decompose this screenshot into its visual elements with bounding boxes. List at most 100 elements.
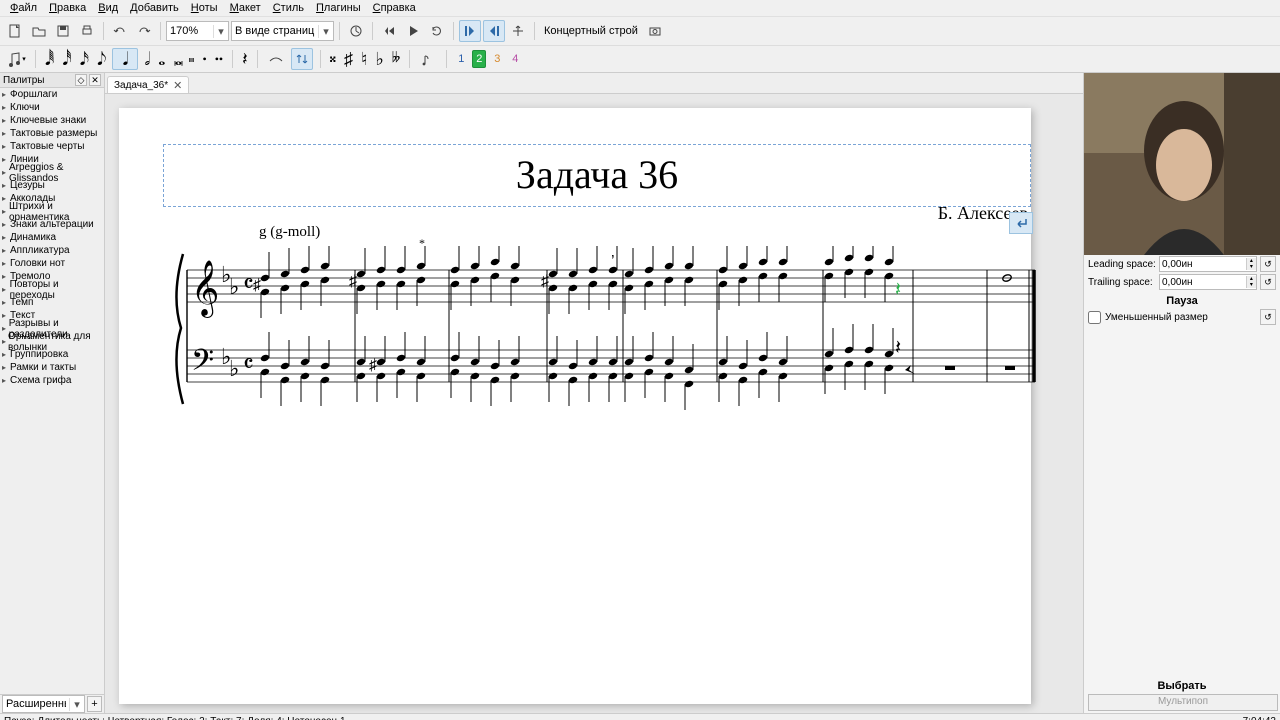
palette-item[interactable]: ▸Тактовые черты bbox=[0, 140, 104, 153]
sharp-icon[interactable]: ♯ bbox=[342, 50, 355, 68]
menu-plugins[interactable]: Плагины bbox=[310, 1, 367, 15]
palette-item[interactable]: ▸Схема грифа bbox=[0, 374, 104, 387]
concert-pitch-button[interactable]: Концертный строй bbox=[540, 25, 642, 37]
dur-64th-icon[interactable]: 𝅘𝅥𝅱 bbox=[43, 50, 56, 68]
dur-longa-icon[interactable]: 𝆸 bbox=[187, 50, 197, 68]
trailing-space-label: Trailing space: bbox=[1088, 277, 1156, 288]
double-dot-icon[interactable]: •• bbox=[213, 50, 225, 68]
leading-space-input[interactable]: ▴▾ bbox=[1159, 256, 1257, 272]
palette-item[interactable]: ▸Головки нот bbox=[0, 257, 104, 270]
undock-icon[interactable]: ◇ bbox=[75, 74, 87, 86]
flip-icon[interactable] bbox=[291, 48, 313, 70]
menu-add[interactable]: Добавить bbox=[124, 1, 185, 15]
dur-breve-icon[interactable]: 𝅜 bbox=[171, 50, 182, 68]
reset-trailing-icon[interactable]: ↺ bbox=[1260, 274, 1276, 290]
palette-item[interactable]: ▸Орнаментика для волынки bbox=[0, 335, 104, 348]
double-sharp-icon[interactable]: 𝄪 bbox=[328, 50, 338, 68]
save-icon[interactable] bbox=[52, 20, 74, 42]
close-tab-icon[interactable]: ✕ bbox=[173, 79, 182, 92]
palette-mode-combo[interactable]: ▾ bbox=[2, 695, 85, 713]
reset-small-icon[interactable]: ↺ bbox=[1260, 309, 1276, 325]
dur-32nd-icon[interactable]: 𝅘𝅥𝅰 bbox=[60, 50, 73, 68]
palette-item[interactable]: ▸Аппликатура bbox=[0, 244, 104, 257]
tempo-key-text[interactable]: g (g-moll) bbox=[259, 224, 320, 241]
trailing-space-input[interactable]: ▴▾ bbox=[1159, 274, 1257, 290]
loop-out-icon[interactable] bbox=[483, 20, 505, 42]
tie-icon[interactable] bbox=[265, 48, 287, 70]
chevron-right-icon: ▸ bbox=[2, 220, 10, 229]
note-input-mode-icon[interactable]: ▾ bbox=[6, 48, 28, 70]
menu-help[interactable]: Справка bbox=[367, 1, 422, 15]
system-break-icon[interactable] bbox=[1009, 212, 1033, 234]
open-icon[interactable] bbox=[28, 20, 50, 42]
palette-item[interactable]: ▸Arpeggios & Glissandos bbox=[0, 166, 104, 179]
dur-whole-icon[interactable]: 𝅝 bbox=[156, 50, 167, 68]
voice-2-button[interactable]: 2 bbox=[472, 50, 486, 68]
flat-icon[interactable]: ♭ bbox=[373, 50, 386, 68]
loop-icon[interactable] bbox=[426, 20, 448, 42]
rewind-icon[interactable] bbox=[378, 20, 400, 42]
dur-16th-icon[interactable]: 𝅘𝅥𝅯 bbox=[78, 50, 91, 68]
score-canvas[interactable]: Задача 36 Б. Алексеев g (g-moll) * bbox=[105, 94, 1083, 713]
viewmode-combo[interactable]: ▾ bbox=[231, 21, 334, 41]
svg-text:𝄢: 𝄢 bbox=[191, 344, 214, 384]
pan-icon[interactable] bbox=[507, 20, 529, 42]
play-icon[interactable] bbox=[402, 20, 424, 42]
screenshot-icon[interactable] bbox=[644, 20, 666, 42]
palette-item[interactable]: ▸Рамки и такты bbox=[0, 361, 104, 374]
small-checkbox[interactable] bbox=[1088, 311, 1101, 324]
loop-in-icon[interactable] bbox=[459, 20, 481, 42]
redo-icon[interactable] bbox=[133, 20, 155, 42]
chevron-down-icon[interactable]: ▾ bbox=[318, 25, 333, 38]
menu-file[interactable]: Файл bbox=[4, 1, 43, 15]
zoom-input[interactable] bbox=[167, 23, 213, 39]
undo-icon[interactable] bbox=[109, 20, 131, 42]
natural-icon[interactable]: ♮ bbox=[359, 50, 369, 68]
tab-score[interactable]: Задача_36* ✕ bbox=[107, 76, 189, 93]
menu-notes[interactable]: Ноты bbox=[185, 1, 224, 15]
viewmode-input[interactable] bbox=[232, 23, 318, 39]
file-toolbar: ▾ ▾ Концертный строй bbox=[0, 16, 1280, 46]
chevron-right-icon: ▸ bbox=[2, 298, 10, 307]
zoom-combo[interactable]: ▾ bbox=[166, 21, 229, 41]
palette-mode-input[interactable] bbox=[3, 696, 69, 712]
music-staff[interactable]: 𝄞 𝄢 ♭♭ ♭♭ 𝄴 𝄴 bbox=[169, 246, 1039, 416]
menu-edit[interactable]: Правка bbox=[43, 1, 92, 15]
dur-quarter-icon[interactable]: 𝅘𝅥 bbox=[112, 48, 138, 70]
reset-leading-icon[interactable]: ↺ bbox=[1260, 256, 1276, 272]
voice-1-button[interactable]: 1 bbox=[454, 50, 468, 68]
palette-item[interactable]: ▸Динамика bbox=[0, 231, 104, 244]
menu-view[interactable]: Вид bbox=[92, 1, 124, 15]
chevron-right-icon: ▸ bbox=[2, 103, 10, 112]
dur-half-icon[interactable]: 𝅗𝅥 bbox=[142, 50, 152, 68]
palette-item[interactable]: ▸Форшлаги bbox=[0, 88, 104, 101]
palette-item[interactable]: ▸Штрихи и орнаментика bbox=[0, 205, 104, 218]
chevron-right-icon: ▸ bbox=[2, 363, 10, 372]
palette-item-label: Головки нот bbox=[10, 258, 65, 269]
multirest-button[interactable]: Мультипоп bbox=[1088, 694, 1278, 711]
new-icon[interactable] bbox=[4, 20, 26, 42]
menu-layout[interactable]: Макет bbox=[224, 1, 267, 15]
chevron-down-icon[interactable]: ▾ bbox=[69, 698, 84, 711]
add-palette-button[interactable]: + bbox=[87, 696, 102, 712]
palette-item[interactable]: ▸Повторы и переходы bbox=[0, 283, 104, 296]
rest-icon[interactable]: 𝄽 bbox=[240, 50, 250, 68]
voice-4-button[interactable]: 4 bbox=[508, 50, 522, 68]
voice-3-button[interactable]: 3 bbox=[490, 50, 504, 68]
title-frame[interactable]: Задача 36 Б. Алексеев bbox=[163, 144, 1031, 207]
score-title[interactable]: Задача 36 bbox=[164, 151, 1030, 198]
double-flat-icon[interactable]: 𝄫 bbox=[390, 50, 402, 68]
menu-style[interactable]: Стиль bbox=[267, 1, 310, 15]
chevron-down-icon[interactable]: ▾ bbox=[213, 25, 228, 38]
palette-item-label: Ключи bbox=[10, 102, 40, 113]
dur-8th-icon[interactable]: 𝅘𝅥𝅮 bbox=[95, 50, 108, 68]
palette-item[interactable]: ▸Знаки альтерации bbox=[0, 218, 104, 231]
palette-item[interactable]: ▸Ключевые знаки bbox=[0, 114, 104, 127]
dot-icon[interactable]: • bbox=[201, 50, 209, 68]
print-icon[interactable] bbox=[76, 20, 98, 42]
metronome-icon[interactable] bbox=[345, 20, 367, 42]
close-icon[interactable]: ✕ bbox=[89, 74, 101, 86]
palette-item[interactable]: ▸Ключи bbox=[0, 101, 104, 114]
palette-item[interactable]: ▸Тактовые размеры bbox=[0, 127, 104, 140]
grace-icon[interactable] bbox=[417, 48, 439, 70]
